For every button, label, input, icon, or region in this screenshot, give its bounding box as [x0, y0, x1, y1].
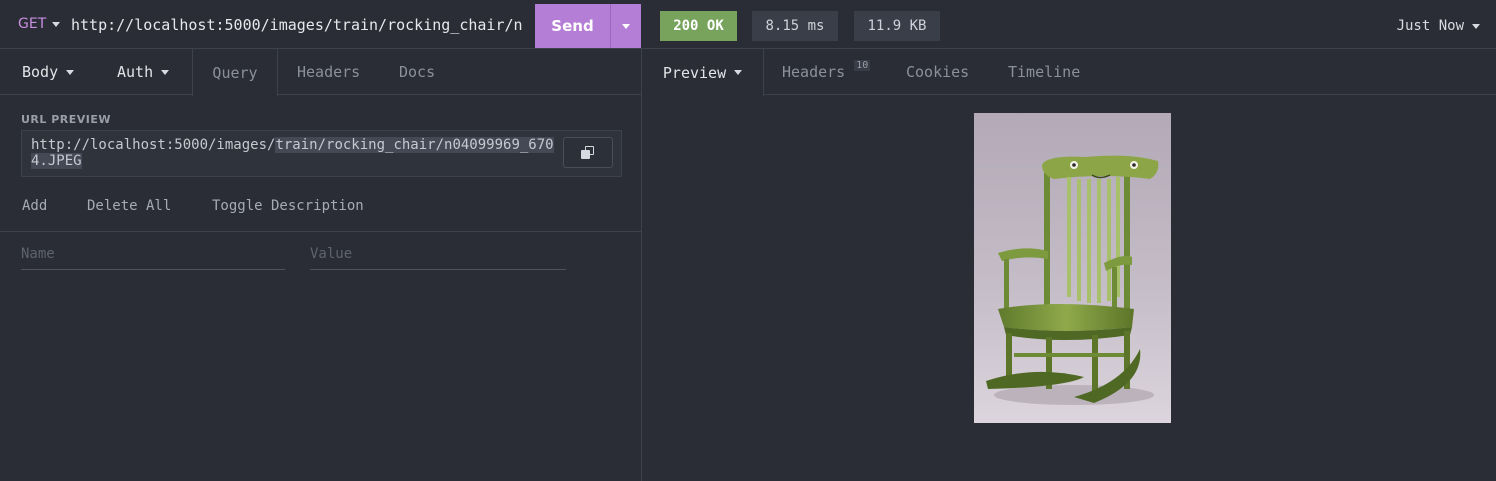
url-preview-box: http://localhost:5000/images/train/rocki… — [21, 130, 622, 177]
tab-preview[interactable]: Preview — [642, 49, 764, 96]
tab-body[interactable]: Body — [22, 49, 75, 95]
tab-auth[interactable]: Auth — [117, 49, 170, 95]
tab-timeline[interactable]: Timeline — [1008, 49, 1080, 95]
copy-icon — [581, 145, 595, 160]
request-tabs: Body Auth Query Headers Docs — [0, 49, 641, 96]
chevron-down-icon — [734, 70, 743, 75]
delete-all-button[interactable]: Delete All — [87, 198, 171, 218]
tab-preview-label: Preview — [662, 63, 727, 82]
pane-divider[interactable] — [641, 49, 642, 481]
response-size: 11.9 KB — [854, 11, 940, 41]
toggle-description-button[interactable]: Toggle Description — [212, 198, 364, 218]
tab-cookies[interactable]: Cookies — [906, 49, 969, 95]
history-dropdown[interactable]: Just Now — [1397, 13, 1480, 39]
copy-url-button[interactable] — [563, 137, 613, 168]
chevron-down-icon — [1472, 23, 1480, 29]
method-label: GET — [18, 16, 47, 32]
status-badge: 200 OK — [660, 11, 737, 41]
url-preview-text: http://localhost:5000/images/train/rocki… — [31, 137, 561, 169]
param-name-input[interactable] — [21, 238, 285, 270]
url-input[interactable] — [71, 12, 523, 38]
chevron-down-icon — [161, 69, 170, 75]
tab-query[interactable]: Query — [192, 49, 278, 96]
chevron-down-icon — [52, 21, 61, 27]
request-bar: GET Send 200 OK 8.15 ms 11.9 KB Just Now — [0, 0, 1496, 49]
tab-response-headers-label: Headers — [782, 63, 846, 81]
url-preview-label: URL PREVIEW — [21, 113, 112, 126]
tab-body-label: Body — [22, 63, 59, 81]
divider — [0, 231, 641, 232]
chevron-down-icon — [622, 23, 630, 29]
tab-docs[interactable]: Docs — [399, 49, 435, 95]
add-param-button[interactable]: Add — [22, 198, 47, 218]
method-dropdown[interactable]: GET — [8, 5, 70, 43]
response-tabs: Preview Headers 10 Cookies Timeline — [642, 49, 1496, 96]
tab-headers[interactable]: Headers — [297, 49, 360, 95]
response-time: 8.15 ms — [752, 11, 838, 41]
tab-response-headers[interactable]: Headers 10 — [782, 49, 871, 95]
param-value-input[interactable] — [310, 238, 566, 270]
send-button[interactable]: Send — [535, 4, 610, 48]
url-preview-base: http://localhost:5000/images/ — [31, 137, 276, 153]
send-options-button[interactable] — [610, 4, 641, 48]
response-image-preview — [974, 113, 1171, 423]
chevron-down-icon — [66, 69, 75, 75]
tab-auth-label: Auth — [117, 63, 154, 81]
history-label: Just Now — [1396, 18, 1464, 34]
headers-count-badge: 10 — [854, 59, 871, 71]
